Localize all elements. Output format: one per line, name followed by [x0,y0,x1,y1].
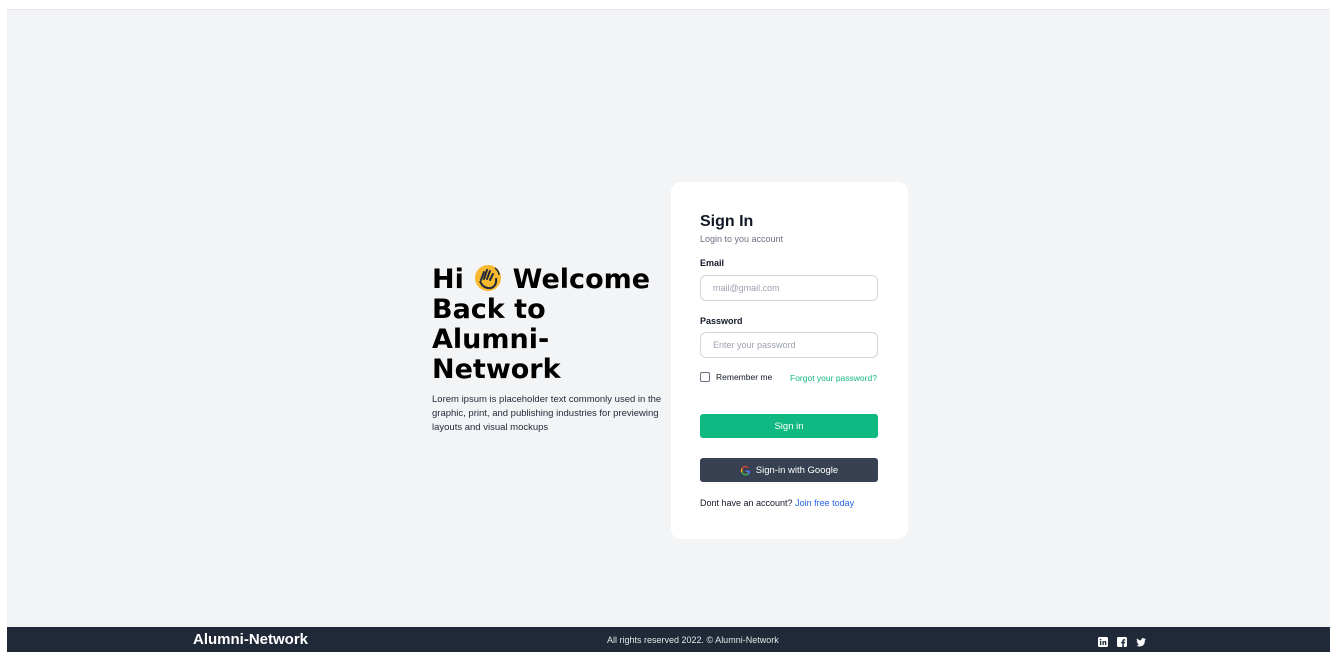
google-sign-in-button[interactable]: Sign-in with Google [700,458,878,482]
sign-in-button[interactable]: Sign in [700,414,878,438]
linkedin-icon[interactable] [1098,634,1108,647]
remember-me-checkbox[interactable] [700,372,710,382]
signup-prompt: Dont have an account? Join free today [700,498,854,508]
main-content: Hi Welcome Back to Alumni-Network Lorem … [7,9,1330,627]
hero-title: Hi Welcome Back to Alumni-Network [432,263,664,385]
hero-section: Hi Welcome Back to Alumni-Network Lorem … [432,263,664,435]
email-input[interactable] [700,275,878,301]
login-card: Sign In Login to you account Email Passw… [671,182,908,539]
social-links [1098,634,1146,647]
google-icon [740,465,751,476]
login-title: Sign In [700,213,754,230]
hero-title-greeting: Hi [432,264,464,295]
hero-title-welcome: Welcome Back to Alumni-Network [432,264,651,385]
email-label: Email [700,258,725,268]
google-sign-in-label: Sign-in with Google [755,464,839,476]
hero-description: Lorem ipsum is placeholder text commonly… [432,394,662,433]
login-subtitle: Login to you account [700,234,784,244]
password-label: Password [700,316,743,326]
password-input[interactable] [700,332,878,358]
facebook-icon[interactable] [1117,634,1127,647]
waving-hand-icon [473,263,503,293]
twitter-icon[interactable] [1136,634,1146,647]
footer-copyright: All rights reserved 2022. © Alumni-Netwo… [607,635,779,645]
remember-me[interactable]: Remember me [700,372,772,382]
footer-brand: Alumni-Network [193,631,309,648]
footer: Alumni-Network All rights reserved 2022.… [7,627,1330,652]
forgot-password-link[interactable]: Forgot your password? [790,373,877,383]
join-free-link[interactable]: Join free today [795,498,854,508]
signup-prompt-text: Dont have an account? [700,498,793,508]
remember-me-label: Remember me [716,372,773,382]
sign-in-button-label: Sign in [774,420,804,432]
